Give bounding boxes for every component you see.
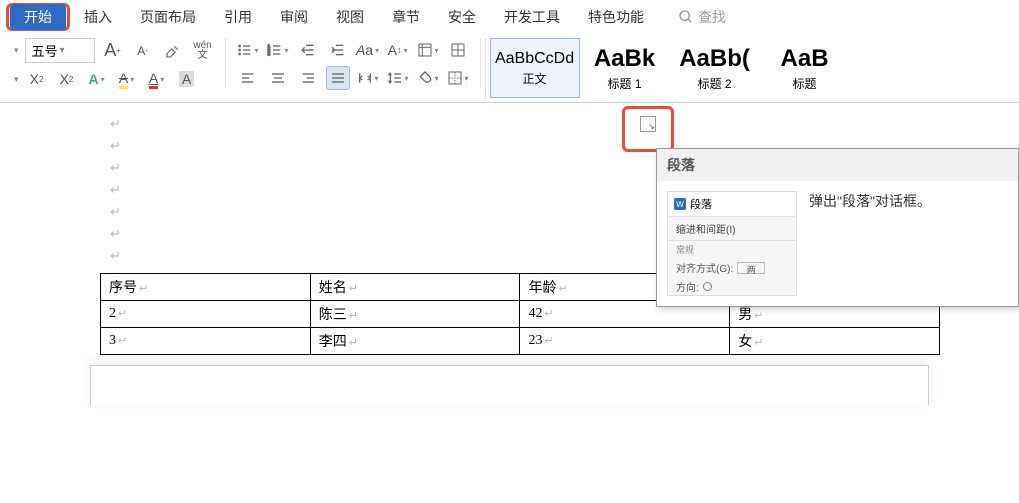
change-case-button[interactable]: Aa — [356, 38, 380, 62]
paragraph-group: 123 Aa A↕ — [230, 38, 476, 98]
line-spacing-button[interactable] — [386, 66, 410, 90]
paragraph-mark: ↵ — [110, 113, 1019, 135]
ribbon-tabs: 开始 插入 页面布局 引用 审阅 视图 章节 安全 开发工具 特色功能 查找 — [0, 0, 1019, 32]
distribute-button[interactable] — [356, 66, 380, 90]
borders-button[interactable] — [446, 66, 470, 90]
search-icon — [678, 9, 694, 25]
tab-view[interactable]: 视图 — [322, 2, 378, 32]
text-effects-button[interactable]: A — [85, 67, 109, 91]
tooltip-title: 段落 — [657, 149, 1018, 181]
font-size-select[interactable]: 五号 ▾ — [25, 38, 95, 63]
decrease-indent-button[interactable] — [296, 38, 320, 62]
tab-security[interactable]: 安全 — [434, 2, 490, 32]
style-title[interactable]: AaB 标题 — [760, 38, 850, 98]
tab-features[interactable]: 特色功能 — [574, 2, 658, 32]
highlight-color-button[interactable]: A — [115, 67, 139, 91]
style-preview: AaBbCcDd — [495, 50, 574, 68]
svg-text:3: 3 — [267, 51, 270, 56]
character-shading-button[interactable]: A — [175, 67, 199, 91]
search-box[interactable]: 查找 — [678, 7, 726, 27]
style-preview: AaB — [781, 45, 829, 73]
table-row[interactable]: 3↵ 李四↵ 23↵ 女↵ — [101, 328, 940, 355]
style-label: 标题 — [793, 75, 817, 92]
tooltip-description: 弹出"段落"对话框。 — [809, 191, 1008, 296]
styles-gallery: AaBbCcDd 正文 AaBk 标题 1 AaBb( 标题 2 AaB 标题 — [485, 38, 850, 98]
tab-layout[interactable]: 页面布局 — [126, 2, 210, 32]
font-effects-prev-icon[interactable]: ▾ — [14, 74, 19, 85]
font-size-value: 五号 — [32, 41, 58, 60]
style-normal[interactable]: AaBbCcDd 正文 — [490, 38, 580, 98]
tab-references[interactable]: 引用 — [210, 2, 266, 32]
chevron-down-icon: ▾ — [60, 45, 65, 56]
asian-layout-button[interactable] — [416, 38, 440, 62]
style-label: 标题 2 — [698, 75, 732, 92]
shrink-font-button[interactable]: A- — [131, 39, 155, 63]
align-justify-button[interactable] — [326, 66, 350, 90]
tooltip-thumbnail: W段落 缩进和间距(I) 常规 对齐方式(G):两 方向: — [667, 191, 797, 296]
text-direction-button[interactable]: A↕ — [386, 38, 410, 62]
ribbon: ▾ 五号 ▾ A+ A- wén文 ▾ X2 X2 A A A A 123 — [0, 32, 1019, 103]
tab-sections[interactable]: 章节 — [378, 2, 434, 32]
tab-insert[interactable]: 插入 — [70, 2, 126, 32]
shading-button[interactable] — [416, 66, 440, 90]
paragraph-tooltip: 段落 W段落 缩进和间距(I) 常规 对齐方式(G):两 方向: 弹出"段落"对… — [656, 148, 1019, 307]
font-color-button[interactable]: A — [145, 67, 169, 91]
clear-format-button[interactable] — [161, 39, 185, 63]
bullets-button[interactable] — [236, 38, 260, 62]
superscript-button[interactable]: X2 — [25, 67, 49, 91]
align-left-button[interactable] — [236, 66, 260, 90]
tab-review[interactable]: 审阅 — [266, 2, 322, 32]
font-group: ▾ 五号 ▾ A+ A- wén文 ▾ X2 X2 A A A A — [8, 38, 221, 98]
align-center-button[interactable] — [266, 66, 290, 90]
style-label: 标题 1 — [608, 75, 642, 92]
grow-font-button[interactable]: A+ — [101, 39, 125, 63]
font-size-prev-icon[interactable]: ▾ — [14, 45, 19, 56]
insert-table-button[interactable] — [446, 38, 470, 62]
numbering-button[interactable]: 123 — [266, 38, 290, 62]
search-placeholder: 查找 — [698, 7, 726, 27]
style-heading-1[interactable]: AaBk 标题 1 — [580, 38, 670, 98]
phonetic-guide-button[interactable]: wén文 — [191, 39, 215, 63]
tab-start[interactable]: 开始 — [10, 4, 66, 30]
style-preview: AaBb( — [679, 45, 750, 73]
align-right-button[interactable] — [296, 66, 320, 90]
style-heading-2[interactable]: AaBb( 标题 2 — [670, 38, 760, 98]
tab-developer[interactable]: 开发工具 — [490, 2, 574, 32]
style-label: 正文 — [523, 70, 547, 87]
style-preview: AaBk — [594, 45, 655, 73]
subscript-button[interactable]: X2 — [55, 67, 79, 91]
next-page-edge — [90, 365, 929, 405]
increase-indent-button[interactable] — [326, 38, 350, 62]
